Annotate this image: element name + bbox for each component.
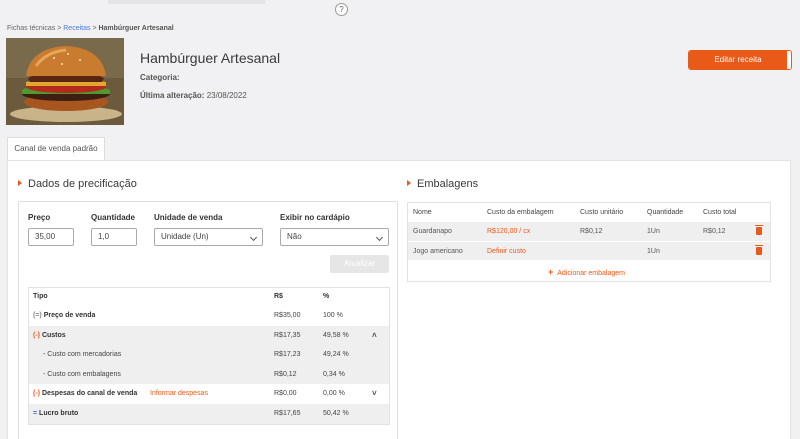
tab-canal-de-venda-padrao[interactable]: Canal de venda padrão xyxy=(7,137,105,161)
unit-select[interactable]: Unidade (Un) xyxy=(154,228,263,246)
page-title: Hambúrguer Artesanal xyxy=(140,50,281,66)
breadcrumb-current: Hambúrguer Artesanal xyxy=(98,25,174,32)
burger-photo-icon xyxy=(6,38,124,125)
edit-cost-link[interactable]: R$120,00 / cx xyxy=(487,228,530,235)
last-change-value: 23/08/2022 xyxy=(206,91,247,100)
help-icon[interactable]: ? xyxy=(335,3,348,16)
breadcrumb: Fichas técnicas > Receitas > Hambúrguer … xyxy=(7,25,174,32)
category-label: Categoria: xyxy=(140,73,180,82)
table-row-channel-expenses[interactable]: (-) Despesas do canal de venda Informar … xyxy=(29,384,389,404)
section-arrow-icon xyxy=(18,180,22,186)
inform-expenses-link[interactable]: Informar despesas xyxy=(150,390,208,397)
table-row-gross-profit: = Lucro bruto R$17,65 50,42 % xyxy=(29,403,389,424)
breadcrumb-link-receitas[interactable]: Receitas xyxy=(63,25,90,32)
table-row-sale-price: (=) Preço de venda R$35,00 100 % xyxy=(33,312,343,319)
plus-icon: + xyxy=(548,267,554,277)
packaging-table-header: Nome Custo da embalagem Custo unitário Q… xyxy=(413,209,737,216)
last-change-label: Última alteração: xyxy=(140,91,205,100)
packaging-row: Jogo americano Definir custo 1Un xyxy=(408,241,770,260)
top-bar: ? xyxy=(0,0,800,18)
top-tab-indicator xyxy=(108,0,265,4)
table-row-goods-cost: - Custo com mercadorias R$17,23 49,24 % xyxy=(29,345,389,365)
show-menu-label: Exibir no cardápio xyxy=(280,213,350,222)
category-line: Categoria: xyxy=(140,73,180,82)
trash-icon[interactable] xyxy=(755,245,763,255)
unit-label: Unidade de venda xyxy=(154,213,223,222)
chevron-up-icon[interactable]: ˄ xyxy=(372,331,377,340)
table-row-costs[interactable]: (-) Custos R$17,35 49,58 % ˄ xyxy=(29,325,389,346)
edit-recipe-button[interactable]: Editar receita xyxy=(688,50,792,70)
breadcrumb-root[interactable]: Fichas técnicas xyxy=(7,25,55,32)
pricing-section-title: Dados de precificação xyxy=(18,178,137,190)
table-row-packaging-cost: - Custo com embalagens R$0,12 0,34 % xyxy=(29,364,389,385)
packaging-row: Guardanapo R$120,00 / cx R$0,12 1Un R$0,… xyxy=(408,222,770,241)
define-cost-link[interactable]: Definir custo xyxy=(487,248,526,255)
quantity-label: Quantidade xyxy=(91,213,136,222)
show-menu-select[interactable]: Não xyxy=(280,228,389,246)
last-change-line: Última alteração: 23/08/2022 xyxy=(140,91,247,100)
price-label: Preço xyxy=(28,213,51,222)
packaging-section-title: Embalagens xyxy=(407,178,478,190)
update-button[interactable]: Atualizar xyxy=(330,255,389,273)
section-arrow-icon xyxy=(407,180,411,186)
quantity-input[interactable]: 1,0 xyxy=(91,228,137,246)
trash-icon[interactable] xyxy=(755,225,763,235)
add-packaging-button[interactable]: + Adicionar embalagem xyxy=(548,267,625,277)
recipe-image xyxy=(6,38,124,125)
price-input[interactable]: 35,00 xyxy=(28,228,74,246)
chevron-down-icon[interactable]: ˅ xyxy=(372,389,377,398)
pricing-table: Tipo R$ % (=) Preço de venda R$35,00 100… xyxy=(28,287,390,425)
table-header: Tipo R$ % xyxy=(33,293,330,300)
